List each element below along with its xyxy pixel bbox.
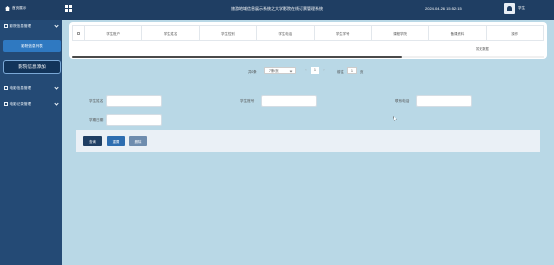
table-header: 学生账户 学生姓名 学生性别 学生电话 学生学号 课程学院 备课资料 操作 — [72, 25, 544, 41]
column-header[interactable]: 课程学院 — [372, 26, 430, 40]
scrollbar-thumb[interactable] — [72, 56, 402, 58]
app-title: 旅游地域信息展示系统之大学影院在线订票管理系统 — [231, 6, 323, 11]
total-count: 共0条 — [248, 69, 257, 74]
term-date-label: 学期日期 — [89, 117, 104, 122]
term-date-input[interactable] — [106, 114, 162, 126]
column-header[interactable]: 学生学号 — [315, 26, 372, 40]
avatar[interactable] — [504, 3, 515, 14]
student-account-input[interactable] — [261, 95, 317, 107]
sidebar-item-label: 影院信息列表 — [21, 43, 43, 48]
goto-page-input[interactable]: 1 — [347, 67, 357, 74]
chevron-down-icon — [289, 69, 293, 73]
student-name-label: 学生姓名 — [89, 98, 104, 103]
search-row: 学期日期 — [0, 114, 554, 126]
student-name-input[interactable] — [106, 95, 162, 107]
sidebar-group-label: 影院信息管理 — [9, 23, 32, 28]
page-size-select[interactable]: 7条/页 — [264, 67, 296, 74]
delete-button[interactable]: 删除 — [129, 136, 147, 146]
phone-label: 联系电话 — [395, 98, 410, 103]
sidebar-item-cinema-list[interactable]: 影院信息列表 — [3, 40, 61, 52]
column-header[interactable]: 学生性别 — [200, 26, 258, 40]
column-header[interactable]: 学生电话 — [257, 26, 315, 40]
horizontal-scrollbar[interactable] — [72, 56, 544, 58]
folder-icon — [4, 86, 8, 90]
pagination: 共0条 7条/页 ‹ 1 › 前往 1 页 — [0, 67, 554, 75]
column-header[interactable]: 学生姓名 — [142, 26, 200, 40]
column-header[interactable]: 学生账户 — [85, 26, 143, 40]
sidebar-group-label: 电影信息管理 — [9, 85, 32, 90]
sidebar-group-cinema-info[interactable]: 影院信息管理 — [0, 20, 62, 32]
empty-table-text: 暂无数据 — [476, 47, 489, 51]
search-row: 学生姓名 学生账号 联系电话 — [0, 95, 554, 107]
folder-icon — [4, 24, 8, 28]
username[interactable]: 学生 — [518, 6, 525, 11]
reset-button[interactable]: 重置 — [107, 136, 125, 146]
action-bar: 查询 重置 删除 — [76, 130, 540, 152]
next-page-button[interactable]: › — [321, 67, 327, 74]
column-header[interactable]: 操作 — [487, 26, 543, 40]
chevron-down-icon — [54, 23, 59, 28]
select-all-checkbox[interactable] — [77, 32, 80, 35]
prev-page-button[interactable]: ‹ — [303, 67, 309, 74]
page-unit-label: 页 — [360, 69, 364, 74]
query-button[interactable]: 查询 — [83, 136, 102, 146]
chevron-down-icon — [54, 85, 59, 90]
data-table: 学生账户 学生姓名 学生性别 学生电话 学生学号 课程学院 备课资料 操作 — [69, 22, 547, 59]
page-number[interactable]: 1 — [311, 67, 319, 74]
goto-label: 前往 — [337, 69, 344, 74]
sidebar-group-movie-info[interactable]: 电影信息管理 — [0, 82, 62, 94]
page-size-value: 7条/页 — [269, 69, 279, 73]
sidebar: 影院信息管理 影院信息列表 影院信息添加 电影信息管理 电影记录管理 — [0, 20, 62, 265]
current-datetime: 2024.04.26 15:52:15 — [425, 6, 462, 11]
column-header[interactable]: 备课资料 — [429, 26, 487, 40]
top-bar: 首页展示 旅游地域信息展示系统之大学影院在线订票管理系统 2024.04.26 … — [0, 0, 554, 20]
phone-input[interactable] — [416, 95, 472, 107]
student-account-label: 学生账号 — [240, 98, 255, 103]
